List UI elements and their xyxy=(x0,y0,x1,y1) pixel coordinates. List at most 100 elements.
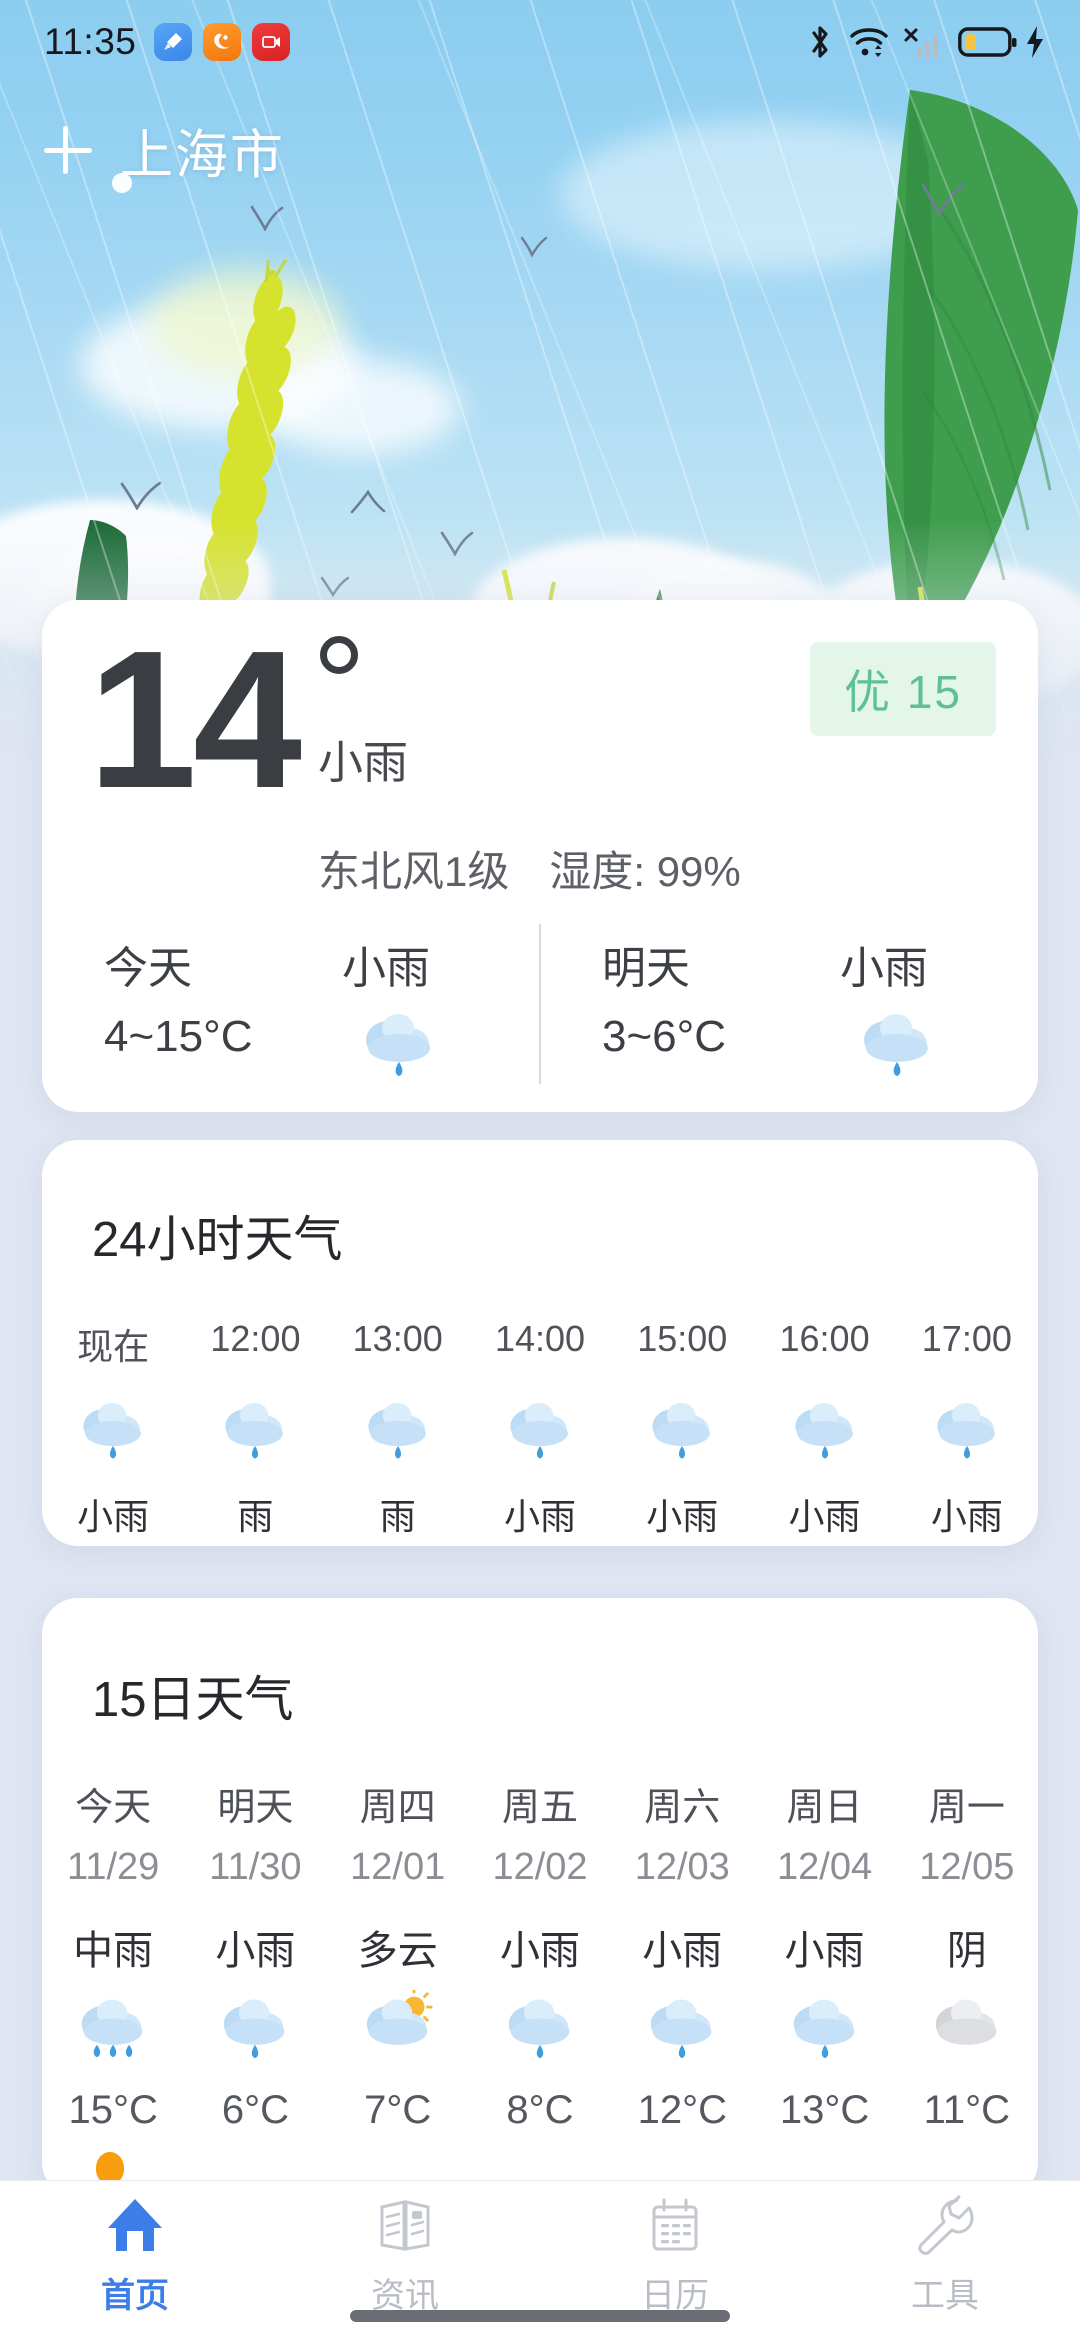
forecast-column xyxy=(469,1990,611,2071)
current-temperature: 14 xyxy=(88,610,302,829)
daily-date: 12/03 xyxy=(634,1846,730,1888)
light-rain-icon xyxy=(501,1990,579,2071)
light-rain-icon xyxy=(216,1990,294,2071)
current-weather-card[interactable]: 14 小雨 东北风1级 湿度: 99% 优 15 今天 4~15°C 小雨 明天… xyxy=(42,600,1038,1112)
forecast-column: 小雨 xyxy=(184,1918,326,1976)
light-rain-icon xyxy=(930,1394,1004,1471)
forecast-column: 小雨 xyxy=(753,1488,895,1540)
forecast-column: 12:00 xyxy=(184,1318,326,1370)
hourly-condition: 雨 xyxy=(379,1496,416,1537)
daily-temperature: 8°C xyxy=(506,2088,574,2132)
forecast-column: 11°C xyxy=(896,2088,1038,2133)
forecast-column: 小雨 xyxy=(753,1918,895,1976)
forecast-column: 周四 xyxy=(327,1776,469,1831)
forecast-column xyxy=(469,1394,611,1471)
daily-day-name: 明天 xyxy=(217,1787,294,1829)
tomorrow-summary[interactable]: 明天 3~6°C 小雨 xyxy=(540,900,1038,1112)
hourly-time: 13:00 xyxy=(352,1318,443,1359)
cellular-signal-off-icon xyxy=(904,28,938,57)
city-name[interactable]: 上海市 xyxy=(120,113,285,189)
hourly-condition: 小雨 xyxy=(77,1496,150,1537)
hourly-condition: 小雨 xyxy=(646,1496,719,1537)
forecast-column: 中雨 xyxy=(42,1918,184,1976)
forecast-column: 明天 xyxy=(184,1776,326,1831)
nav-label-home: 首页 xyxy=(101,2277,169,2315)
forecast-column: 16:00 xyxy=(753,1318,895,1370)
daily-forecast-card[interactable]: 15日天气 今天 明天 周四 周五 周六 周日 周一 11/29 11/30 12/01 12/0… xyxy=(42,1598,1038,2198)
light-rain-icon xyxy=(856,1004,938,1089)
forecast-column: 12/01 xyxy=(327,1846,469,1889)
today-summary[interactable]: 今天 4~15°C 小雨 xyxy=(42,900,540,1112)
moderate-rain-icon xyxy=(74,1990,152,2071)
screen-recorder-app-icon[interactable] xyxy=(252,23,291,61)
forecast-column: 雨 xyxy=(327,1488,469,1540)
forecast-column: 周日 xyxy=(753,1776,895,1831)
hourly-time: 15:00 xyxy=(637,1318,728,1359)
daily-condition: 小雨 xyxy=(642,1929,723,1973)
daily-date: 11/30 xyxy=(209,1846,302,1888)
forecast-column: 小雨 xyxy=(611,1918,753,1976)
nav-item-home[interactable]: 首页 xyxy=(0,2195,270,2317)
nav-item-tools[interactable]: 工具 xyxy=(810,2195,1080,2317)
forecast-column: 14:00 xyxy=(469,1318,611,1370)
today-temp-range: 4~15°C xyxy=(104,1012,253,1061)
status-bar: 11:35 xyxy=(0,0,1080,84)
forecast-column xyxy=(611,1394,753,1471)
current-weather-main: 14 小雨 东北风1级 湿度: 99% 优 15 xyxy=(42,600,1038,900)
hourly-conditions-row: 小雨 雨 雨 小雨 小雨 小雨 小雨 xyxy=(42,1488,1038,1540)
forecast-column: 小雨 xyxy=(896,1488,1038,1540)
wrench-icon xyxy=(914,2195,976,2262)
forecast-column: 12/05 xyxy=(896,1846,1038,1889)
hourly-condition: 小雨 xyxy=(788,1496,861,1537)
tomorrow-label: 明天 xyxy=(602,944,690,993)
forecast-column: 小雨 xyxy=(611,1488,753,1540)
uc-browser-app-icon[interactable] xyxy=(203,23,242,61)
forecast-column xyxy=(896,1990,1038,2071)
daily-condition: 小雨 xyxy=(215,1929,296,1973)
forecast-column: 15°C xyxy=(42,2088,184,2133)
forecast-column xyxy=(611,1990,753,2071)
daily-date: 12/01 xyxy=(350,1846,446,1888)
forecast-column: 今天 xyxy=(42,1776,184,1831)
daily-temperature: 6°C xyxy=(221,2088,289,2132)
forecast-column xyxy=(184,1990,326,2071)
nav-item-news[interactable]: 资讯 xyxy=(270,2195,540,2317)
hourly-forecast-card[interactable]: 24小时天气 现在 12:00 13:00 14:00 15:00 16:00 17:00 … xyxy=(42,1140,1038,1546)
forecast-column: 雨 xyxy=(184,1488,326,1540)
forecast-column: 12/04 xyxy=(753,1846,895,1889)
scroll-content[interactable]: 14 小雨 东北风1级 湿度: 99% 优 15 今天 4~15°C 小雨 明天… xyxy=(0,0,1080,2232)
air-quality-badge[interactable]: 优 15 xyxy=(810,642,996,736)
daily-day-name: 周五 xyxy=(501,1787,578,1829)
nav-item-calendar[interactable]: 日历 xyxy=(540,2195,810,2317)
forecast-column xyxy=(42,1990,184,2071)
add-city-button[interactable] xyxy=(42,125,94,177)
cleaner-app-icon[interactable] xyxy=(154,23,193,61)
daily-day-name: 周一 xyxy=(928,1787,1005,1829)
daily-conditions-row: 中雨 小雨 多云 小雨 小雨 小雨 阴 xyxy=(42,1918,1038,1976)
home-indicator[interactable] xyxy=(350,2310,730,2322)
daily-date: 12/04 xyxy=(777,1846,873,1888)
forecast-column xyxy=(896,1394,1038,1471)
rain-icon xyxy=(361,1394,435,1471)
nav-label-tools: 工具 xyxy=(911,2277,979,2315)
daily-day-name: 周日 xyxy=(786,1787,863,1829)
battery-charging-icon xyxy=(958,25,1046,59)
light-rain-icon xyxy=(786,1990,864,2071)
forecast-column: 11/30 xyxy=(184,1846,326,1889)
today-condition: 小雨 xyxy=(342,944,430,993)
daily-dates-row: 11/29 11/30 12/01 12/02 12/03 12/04 12/05 xyxy=(42,1846,1038,1889)
forecast-column: 12/02 xyxy=(469,1846,611,1889)
current-wind: 东北风1级 xyxy=(318,848,510,895)
light-rain-icon xyxy=(76,1394,150,1471)
hourly-condition: 雨 xyxy=(237,1496,274,1537)
partly-cloudy-icon xyxy=(359,1987,437,2071)
daily-temperature: 15°C xyxy=(68,2088,158,2132)
daily-condition: 小雨 xyxy=(784,1929,865,1973)
light-rain-icon xyxy=(788,1394,862,1471)
location-dot-icon xyxy=(112,173,132,193)
forecast-column: 12/03 xyxy=(611,1846,753,1889)
daily-condition: 阴 xyxy=(946,1929,987,1973)
daily-date: 12/02 xyxy=(492,1846,588,1888)
hourly-times-row: 现在 12:00 13:00 14:00 15:00 16:00 17:00 xyxy=(42,1318,1038,1370)
daily-icons-row xyxy=(42,1987,1038,2071)
